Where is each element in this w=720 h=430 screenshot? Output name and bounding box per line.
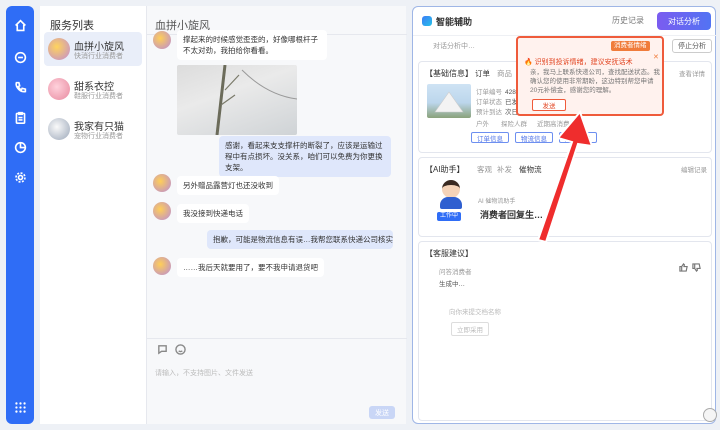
- assistant-title: 智能辅助: [436, 17, 473, 27]
- tab-product[interactable]: 商品: [497, 68, 512, 79]
- ai-agent-avatar: [438, 180, 464, 210]
- ai-assistant-title: 【AI助手】: [425, 165, 465, 174]
- phone-icon[interactable]: [13, 80, 27, 94]
- alert-warning: 🔥 识别到投诉情绪，建议安抚话术: [524, 57, 633, 67]
- suggestion-card: 【客服建议】 问答消费者 生成中… 向你来提交档名称 立即采用: [418, 241, 712, 421]
- service-list-title: 服务列表: [50, 20, 94, 32]
- avatar: [48, 118, 70, 140]
- detail-link[interactable]: 查看详情: [679, 68, 705, 78]
- stop-analysis-button[interactable]: 停止分析: [672, 39, 712, 53]
- avatar: [48, 78, 70, 100]
- history-link[interactable]: 历史记录: [612, 15, 644, 26]
- analysis-status: 对话分析中…: [433, 43, 475, 50]
- chat-input[interactable]: 请输入，不支持图片、文件发送: [155, 368, 253, 378]
- service-item[interactable]: 我家有只猫 宠物行业消费者: [44, 112, 142, 146]
- service-list-panel: 服务列表 血拼小旋风 快消行业消费者 甜系衣控 鞋服行业消费者 我家有只猫 宠物…: [40, 6, 146, 424]
- service-item-sub: 鞋服行业消费者: [74, 93, 123, 100]
- home-icon[interactable]: [13, 18, 27, 32]
- service-item-sub: 快消行业消费者: [74, 53, 123, 60]
- clipboard-icon[interactable]: [13, 110, 27, 124]
- suggestion-title: 【客服建议】: [425, 249, 473, 258]
- service-item-sub: 宠物行业消费者: [74, 133, 123, 140]
- service-item[interactable]: 血拼小旋风 快消行业消费者: [44, 32, 142, 66]
- analyze-dialog-button[interactable]: 对话分析: [657, 12, 711, 30]
- fire-icon: 🔥: [524, 59, 533, 66]
- chat-icon[interactable]: [13, 50, 27, 64]
- emoji-icon[interactable]: [175, 344, 186, 355]
- tab-objective[interactable]: 客观: [477, 164, 492, 175]
- chat-image[interactable]: [177, 65, 297, 135]
- thumbs-up-icon[interactable]: [679, 262, 688, 272]
- agent-message: 消费者回复生…: [480, 210, 544, 220]
- logistics-info-button[interactable]: 物流信息: [515, 132, 553, 143]
- emotion-alert-popup: 消费者情绪 ✕ 🔥 识别到投诉情绪，建议安抚话术 亲，我马上联系快递公司，查找配…: [516, 36, 664, 116]
- chat-message: ……我后天就要用了，要不我申请退货吧: [177, 258, 324, 277]
- tab-reship[interactable]: 补发: [497, 164, 512, 175]
- tab-order[interactable]: 订单: [475, 68, 490, 79]
- emotion-tag: 消费者情绪: [611, 41, 650, 51]
- chat-panel: 血拼小旋风 撑起来的时候感觉歪歪的，好像哪根杆子不太对劲，我拍给你看看。 感谢，…: [146, 6, 407, 424]
- tag: 近期高消费者: [537, 121, 576, 128]
- avatar: [153, 257, 171, 275]
- status-badge: 工作中: [437, 212, 462, 221]
- pie-chart-icon[interactable]: [13, 140, 27, 154]
- basic-info-title: 【基础信息】: [425, 69, 473, 78]
- expand-icon[interactable]: [703, 408, 717, 422]
- avatar: [153, 31, 171, 49]
- chat-message: 另外赠品露营灯也还没收到: [177, 176, 279, 195]
- divider: [147, 338, 407, 339]
- alert-send-button[interactable]: 发送: [532, 99, 566, 111]
- agent-head: [442, 180, 460, 198]
- avatar: [48, 38, 70, 60]
- sidebar-rail: [6, 6, 34, 424]
- avatar: [153, 202, 171, 220]
- agent-body: [440, 197, 462, 209]
- tent-pole-photo: [215, 65, 297, 135]
- suggested-answer: 生成中…: [439, 281, 465, 288]
- send-button[interactable]: 发送: [369, 406, 395, 419]
- footer-hint: 向你来提交档名称: [449, 309, 501, 316]
- product-thumbnail: [427, 84, 471, 118]
- tag: 探险人群: [501, 121, 527, 128]
- order-info-button[interactable]: 订单信息: [471, 132, 509, 143]
- close-icon[interactable]: ✕: [653, 53, 659, 61]
- alert-body: 亲，我马上联系快递公司，查找配送状态。我确认您的使用非常期盼，这边特别帮您申请2…: [530, 69, 660, 94]
- chat-message: 撑起来的时候感觉歪歪的，好像哪根杆子不太对劲，我拍给你看看。: [177, 30, 327, 60]
- edit-record-link[interactable]: 编辑记录: [681, 164, 707, 174]
- thumbs-down-icon[interactable]: [692, 263, 701, 273]
- chat-message: 感谢，看起来支支撑杆的断裂了，应该是运输过程中有点损坏。没关系，咱们可以免费为你…: [219, 136, 391, 177]
- adopt-button[interactable]: 立即采用: [451, 322, 489, 336]
- apps-icon[interactable]: [13, 400, 27, 414]
- product-info-button[interactable]: 产品信息: [559, 132, 597, 143]
- alert-warning-text: 识别到投诉情绪，建议安抚话术: [534, 59, 633, 66]
- avatar: [153, 174, 171, 192]
- agent-name: AI 催物流助手: [478, 199, 516, 205]
- quote-icon[interactable]: [157, 344, 168, 355]
- assistant-logo-icon: [422, 16, 432, 26]
- service-item[interactable]: 甜系衣控 鞋服行业消费者: [44, 72, 142, 106]
- chat-message: 抱歉，可能是物流信息有误…我帮您联系快递公司核实下…: [207, 230, 393, 249]
- gear-icon[interactable]: [13, 170, 27, 184]
- chat-message: 我没接到快递电话: [177, 204, 249, 223]
- customer-label: 问答消费者: [439, 269, 472, 276]
- tag: 户外: [476, 121, 489, 128]
- tab-urge-logistics[interactable]: 催物流: [519, 164, 542, 175]
